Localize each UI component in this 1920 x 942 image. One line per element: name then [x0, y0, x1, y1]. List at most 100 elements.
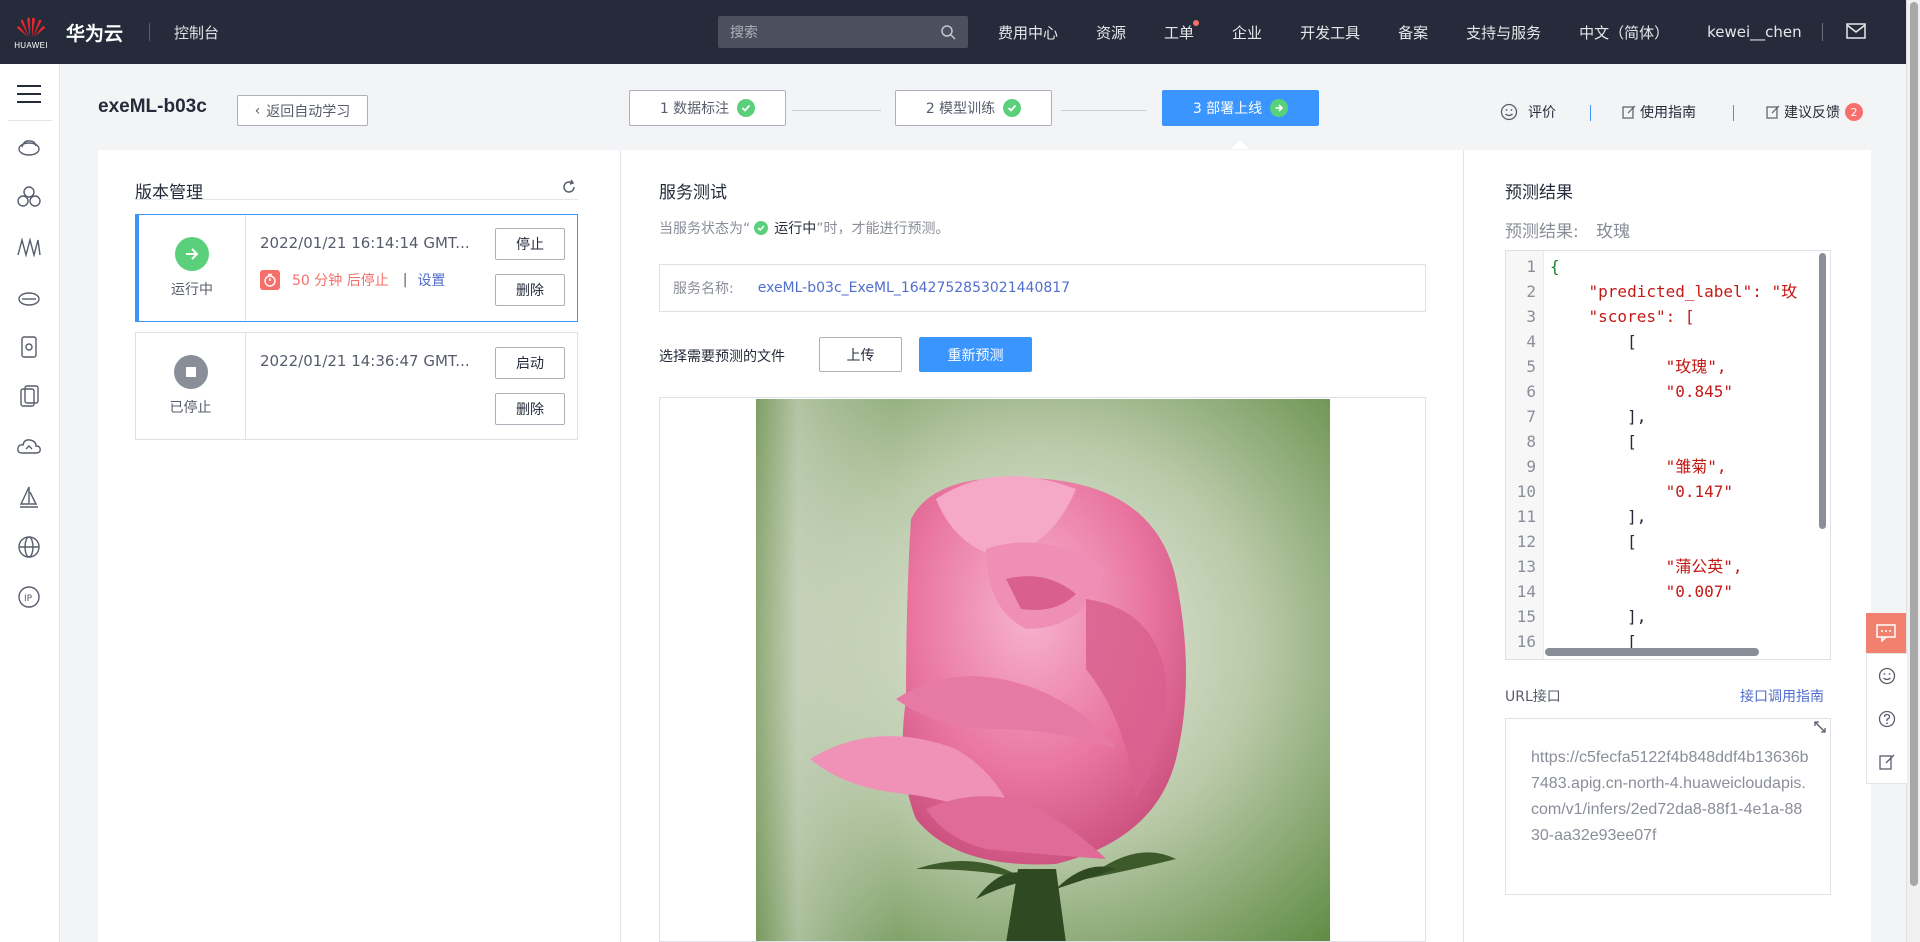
nav-tickets[interactable]: 工单: [1164, 19, 1200, 43]
disk-icon[interactable]: [16, 384, 42, 410]
version-status: 运行中: [139, 215, 246, 321]
guide-label: 使用指南: [1640, 105, 1696, 121]
tool-group: [1866, 653, 1907, 784]
search-icon[interactable]: [940, 24, 956, 40]
repredict-button[interactable]: 重新预测: [919, 337, 1032, 372]
nav-tickets-label: 工单: [1164, 23, 1195, 42]
step-model-training[interactable]: 2 模型训练: [895, 90, 1052, 126]
code-line: 10 "0.147": [1506, 479, 1830, 504]
huawei-logo[interactable]: HUAWEI: [0, 0, 62, 64]
code-line: 1{: [1506, 254, 1830, 279]
cloud-database-icon[interactable]: [16, 284, 42, 310]
timer-text: 50 分钟 后停止: [292, 273, 389, 289]
nav-support[interactable]: 支持与服务: [1466, 22, 1541, 43]
cloud-server-icon[interactable]: [16, 134, 42, 160]
feedback-link[interactable]: 建议反馈 2: [1766, 102, 1863, 122]
feedback-count-badge: 2: [1845, 103, 1863, 121]
code-text: [: [1550, 532, 1637, 551]
step-data-labeling[interactable]: 1 数据标注: [629, 90, 786, 126]
hint-prefix: 当服务状态为“: [659, 221, 751, 237]
hint-suffix: ”时，才能进行预测。: [816, 221, 950, 237]
nav-username[interactable]: kewei__chen: [1707, 23, 1802, 41]
cloud-upload-icon[interactable]: [16, 434, 42, 460]
status-label: 运行中: [171, 282, 213, 298]
search-placeholder: 搜索: [730, 25, 758, 41]
hamburger-menu-icon[interactable]: [16, 82, 42, 106]
refresh-icon[interactable]: [561, 179, 577, 195]
globe-icon[interactable]: [16, 534, 42, 560]
satisfaction-button[interactable]: [1867, 654, 1907, 697]
code-text: "玫瑰",: [1550, 357, 1727, 376]
check-icon: [1003, 99, 1022, 117]
code-line: 4 [: [1506, 329, 1830, 354]
timer-settings-link[interactable]: 设置: [417, 270, 445, 290]
code-line: 11 ],: [1506, 504, 1830, 529]
line-number: 3: [1526, 307, 1536, 326]
back-to-automl-button[interactable]: ‹ 返回自动学习: [237, 95, 368, 126]
step-deploy[interactable]: 3 部署上线: [1162, 90, 1319, 126]
column-divider: [1463, 150, 1464, 942]
sail-icon[interactable]: [16, 484, 42, 510]
notes-button[interactable]: [1867, 740, 1907, 783]
chat-button[interactable]: [1866, 613, 1906, 653]
nav-icp[interactable]: 备案: [1398, 22, 1428, 43]
json-result-viewer[interactable]: 1{2 "predicted_label": "玫 3 "scores": [4 …: [1505, 250, 1831, 660]
service-test-title: 服务测试: [659, 183, 727, 203]
rate-link[interactable]: 评价: [1500, 102, 1556, 122]
storage-icon[interactable]: [16, 334, 42, 360]
line-number: 16: [1516, 632, 1536, 651]
code-horizontal-scrollbar[interactable]: [1545, 648, 1759, 656]
ip-icon[interactable]: IP: [16, 584, 42, 610]
nav-resources[interactable]: 资源: [1096, 22, 1126, 43]
modelarts-icon[interactable]: [16, 234, 42, 260]
arrow-right-circle-icon: [175, 237, 209, 271]
api-guide-link[interactable]: 接口调用指南: [1740, 686, 1824, 706]
search-input[interactable]: 搜索: [718, 16, 968, 48]
version-timestamp: 2022/01/21 14:36:47 GMT...: [260, 352, 470, 370]
brand-name[interactable]: 华为云: [66, 19, 123, 46]
result-label: 预测结果:: [1505, 222, 1579, 242]
feedback-label: 建议反馈: [1784, 105, 1840, 121]
code-text: ],: [1550, 607, 1647, 626]
help-button[interactable]: [1867, 697, 1907, 740]
step-label: 1 数据标注: [659, 101, 730, 117]
prediction-result-title: 预测结果: [1505, 183, 1573, 203]
user-guide-link[interactable]: 使用指南: [1622, 102, 1696, 122]
nav-billing[interactable]: 费用中心: [998, 22, 1058, 43]
mail-icon[interactable]: [1846, 22, 1866, 40]
timer-icon: [260, 270, 280, 290]
expand-icon[interactable]: [1811, 718, 1829, 736]
code-line: 9 "雏菊",: [1506, 454, 1830, 479]
version-timestamp: 2022/01/21 16:14:14 GMT...: [260, 234, 470, 252]
upload-button[interactable]: 上传: [819, 337, 902, 372]
chevron-left-icon: ‹: [254, 102, 261, 119]
divider: |: [402, 272, 408, 288]
url-textarea[interactable]: https://c5fecfa5122f4b848ddf4b13636b7483…: [1505, 718, 1831, 895]
console-link[interactable]: 控制台: [174, 22, 219, 43]
nav-dev-tools[interactable]: 开发工具: [1300, 22, 1360, 43]
service-name-value[interactable]: exeML-b03c_ExeML_1642752853021440817: [758, 280, 1070, 296]
start-button[interactable]: 启动: [495, 347, 565, 379]
code-text: "雏菊",: [1550, 457, 1727, 476]
prediction-result-line: 预测结果: 玫瑰: [1505, 217, 1630, 242]
cluster-icon[interactable]: [16, 184, 42, 210]
top-nav-menu: 费用中心 资源 工单 企业 开发工具 备案 支持与服务 中文（简体） kewei…: [998, 0, 1840, 64]
line-number: 1: [1526, 257, 1536, 276]
scrollbar-thumb[interactable]: [1910, 2, 1918, 886]
nav-enterprise[interactable]: 企业: [1232, 22, 1262, 43]
edit-doc-icon: [1879, 754, 1895, 770]
code-line: 7 ],: [1506, 404, 1830, 429]
stop-button[interactable]: 停止: [495, 228, 565, 260]
code-line: 15 ],: [1506, 604, 1830, 629]
delete-button[interactable]: 删除: [495, 274, 565, 306]
delete-button[interactable]: 删除: [495, 393, 565, 425]
code-text: "scores": [: [1550, 307, 1695, 326]
code-vertical-scrollbar[interactable]: [1819, 253, 1826, 529]
nav-language[interactable]: 中文（简体）: [1579, 22, 1669, 43]
line-number: 12: [1516, 532, 1536, 551]
service-name-label: 服务名称:: [673, 281, 734, 297]
window-scrollbar[interactable]: [1906, 0, 1920, 942]
auto-stop-timer: 50 分钟 后停止 | 设置: [260, 270, 445, 290]
huawei-flower-icon: [17, 17, 45, 37]
check-icon: [754, 221, 769, 235]
